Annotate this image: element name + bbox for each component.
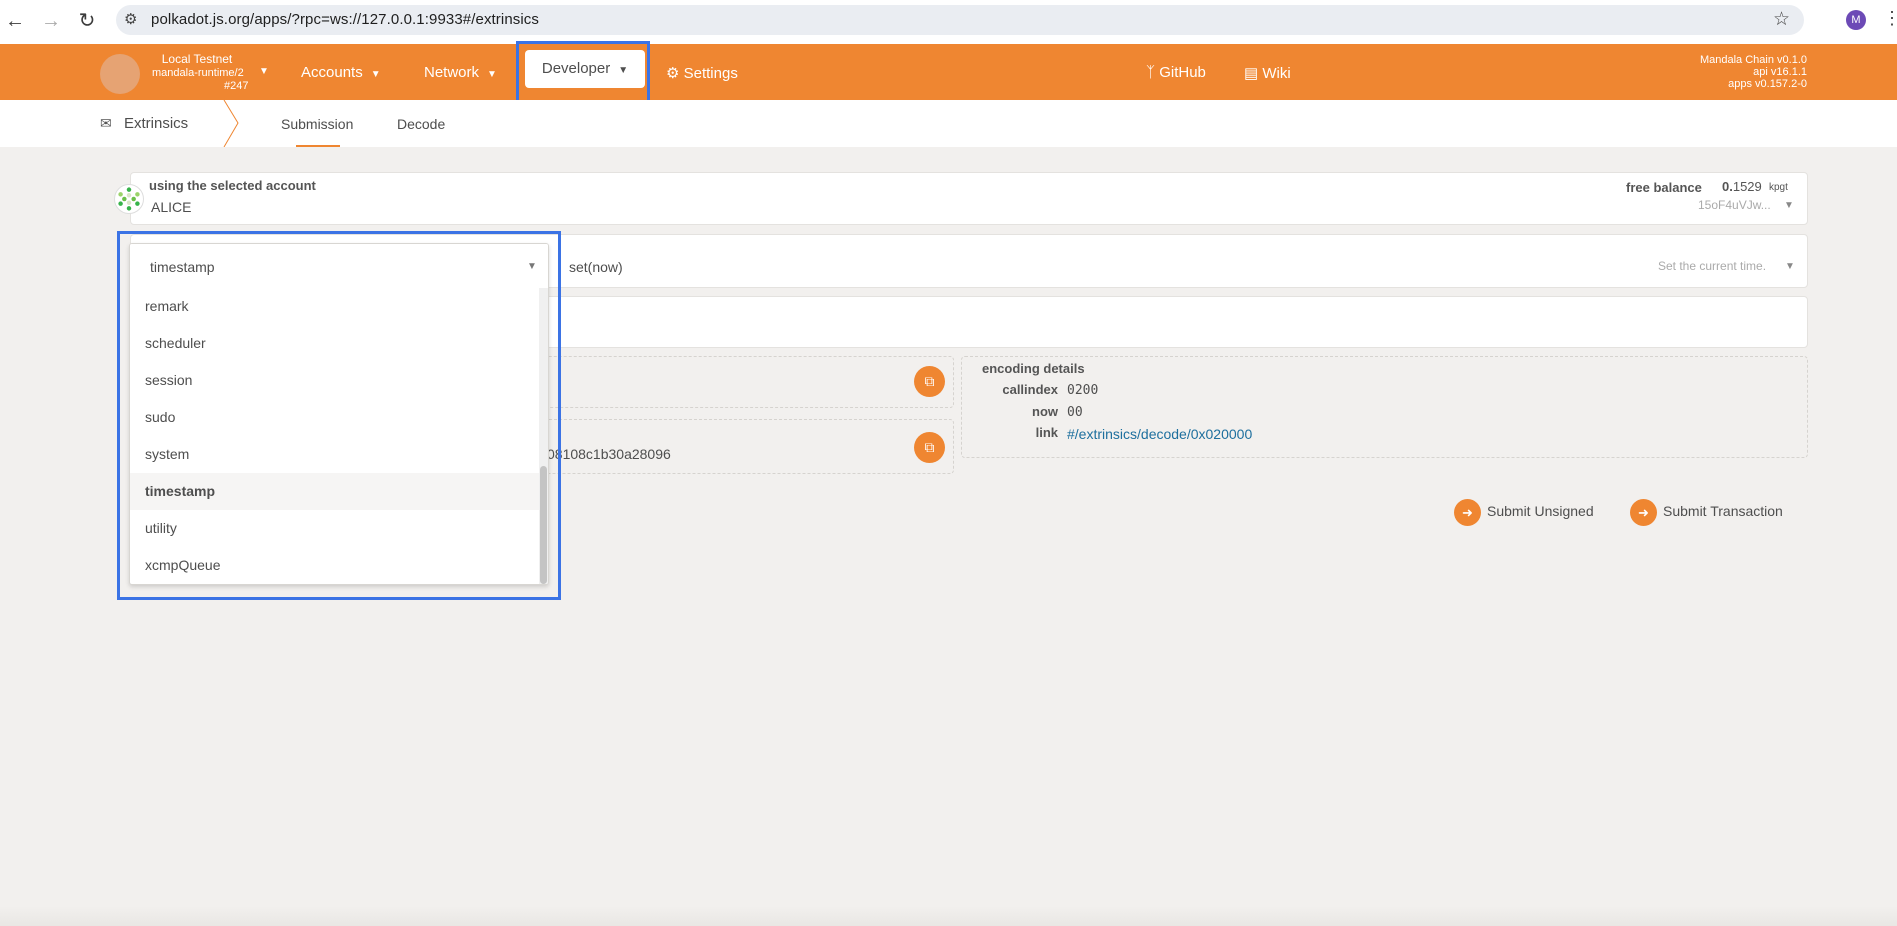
menu-network[interactable]: Network ▼ <box>424 64 497 81</box>
method-description: Set the current time. <box>1658 259 1767 273</box>
menu-wiki-label: Wiki <box>1262 65 1291 82</box>
dropdown-option[interactable]: system <box>130 436 548 473</box>
caret-down-icon[interactable]: ▼ <box>527 261 537 272</box>
address-bar[interactable]: ⚙ polkadot.js.org/apps/?rpc=ws://127.0.0… <box>116 5 1804 35</box>
free-balance-value: 0.1529 <box>1722 179 1762 194</box>
tab-decode[interactable]: Decode <box>397 116 445 132</box>
submit-transaction-label: Submit Transaction <box>1663 503 1783 520</box>
dropdown-option[interactable]: remark <box>130 288 548 325</box>
dropdown-option[interactable]: sudo <box>130 399 548 436</box>
section-title: Extrinsics <box>124 115 189 132</box>
caret-down-icon[interactable]: ▼ <box>1785 261 1795 272</box>
dropdown-option[interactable]: utility <box>130 510 548 547</box>
callindex-label: callindex <box>1002 382 1058 397</box>
balance-unit: kpgt <box>1769 182 1788 193</box>
account-address: 15oF4uVJw... <box>1698 198 1771 212</box>
site-settings-icon[interactable]: ⚙ <box>124 10 137 28</box>
menu-wiki[interactable]: ▤ Wiki <box>1244 64 1291 82</box>
menu-github[interactable]: ᛉ GitHub <box>1146 64 1206 81</box>
menu-github-label: GitHub <box>1159 64 1206 81</box>
menu-settings[interactable]: ⚙ Settings <box>666 64 738 82</box>
sign-in-icon: ➜ <box>1630 499 1657 526</box>
chain-name[interactable]: Local Testnet <box>140 52 254 66</box>
chain-caret-down-icon[interactable]: ▼ <box>259 66 269 77</box>
free-balance-int: 0. <box>1722 179 1733 194</box>
caret-down-icon: ▼ <box>487 69 497 80</box>
reload-icon[interactable]: ↻ <box>76 10 98 32</box>
chevron-divider <box>223 100 239 147</box>
decode-link[interactable]: #/extrinsics/decode/0x020000 <box>1067 426 1252 442</box>
free-balance-dec: 1529 <box>1732 179 1762 194</box>
free-balance-label: free balance <box>1626 180 1702 195</box>
envelope-icon: ✉ <box>100 115 112 131</box>
account-label: using the selected account <box>149 178 316 193</box>
dropdown-scroll-thumb[interactable] <box>540 466 547 584</box>
pallet-options-list: remark scheduler session sudo system tim… <box>130 288 548 584</box>
url-text[interactable]: polkadot.js.org/apps/?rpc=ws://127.0.0.1… <box>151 11 539 28</box>
sign-in-icon: ➜ <box>1454 499 1481 526</box>
callindex-value: 0200 <box>1067 383 1099 398</box>
menu-accounts-label: Accounts <box>301 64 363 81</box>
encoding-details-panel <box>961 356 1808 458</box>
call-hash-value: 08108c1b30a28096 <box>547 446 671 462</box>
tab-bar: ✉ Extrinsics Submission Decode <box>0 100 1897 147</box>
caret-down-icon[interactable]: ▼ <box>1784 200 1794 211</box>
now-value: 00 <box>1067 405 1083 420</box>
menu-network-label: Network <box>424 64 480 81</box>
browser-menu-icon[interactable]: ⋮ <box>1883 8 1897 29</box>
chain-block-number: #247 <box>224 80 249 92</box>
dropdown-option[interactable]: scheduler <box>130 325 548 362</box>
code-branch-icon: ᛉ <box>1146 64 1156 81</box>
caret-down-icon: ▼ <box>618 65 629 76</box>
submit-unsigned-button[interactable]: ➜ Submit Unsigned <box>1454 499 1594 526</box>
menu-developer-label: Developer <box>541 60 611 77</box>
dropdown-option[interactable]: xcmpQueue <box>130 547 548 584</box>
app-header: Local Testnet mandala-runtime/2 ▼ #247 A… <box>0 41 1897 103</box>
cogs-icon: ⚙ <box>666 65 680 82</box>
encoding-details-title: encoding details <box>982 361 1085 376</box>
chain-runtime[interactable]: mandala-runtime/2 <box>152 67 244 79</box>
menu-accounts[interactable]: Accounts ▼ <box>301 64 381 81</box>
now-label: now <box>1032 404 1058 419</box>
link-label: link <box>1035 425 1058 440</box>
method-select[interactable]: set(now) <box>569 259 623 275</box>
pallet-input-value[interactable]: timestamp <box>150 259 215 275</box>
api-version: api v16.1.1 <box>1753 66 1807 78</box>
account-selector[interactable] <box>130 172 1808 225</box>
forward-arrow-icon[interactable]: → <box>40 10 62 32</box>
menu-settings-label: Settings <box>683 65 738 82</box>
browser-toolbar: ← → ↻ ⚙ polkadot.js.org/apps/?rpc=ws://1… <box>0 0 1897 44</box>
account-identicon <box>114 184 144 214</box>
version-info: Mandala Chain v0.1.0 api v16.1.1 apps v0… <box>1700 54 1807 90</box>
profile-avatar[interactable]: M <box>1846 10 1866 30</box>
copy-icon[interactable]: ⧉ <box>914 432 945 463</box>
submit-unsigned-label: Submit Unsigned <box>1487 503 1594 520</box>
tab-submission[interactable]: Submission <box>281 116 353 132</box>
chain-logo[interactable] <box>100 54 140 94</box>
caret-down-icon: ▼ <box>370 69 381 80</box>
pallet-dropdown[interactable]: timestamp ▼ remark scheduler session sud… <box>129 243 549 585</box>
account-name[interactable]: ALICE <box>151 199 191 215</box>
copy-icon[interactable]: ⧉ <box>914 366 945 397</box>
dropdown-option[interactable]: session <box>130 362 548 399</box>
active-tab-indicator <box>296 145 340 147</box>
apps-version: apps v0.157.2-0 <box>1728 78 1807 90</box>
menu-developer[interactable]: Developer ▼ <box>525 50 645 88</box>
bookmark-star-icon[interactable]: ☆ <box>1773 8 1790 31</box>
pallet-search-input[interactable]: timestamp ▼ <box>130 244 548 288</box>
book-icon: ▤ <box>1244 65 1259 82</box>
dropdown-option-selected[interactable]: timestamp <box>130 473 548 510</box>
chain-version: Mandala Chain v0.1.0 <box>1699 54 1807 66</box>
submit-transaction-button[interactable]: ➜ Submit Transaction <box>1630 499 1783 526</box>
back-arrow-icon[interactable]: ← <box>4 10 26 32</box>
page-bottom-edge <box>0 906 1897 926</box>
